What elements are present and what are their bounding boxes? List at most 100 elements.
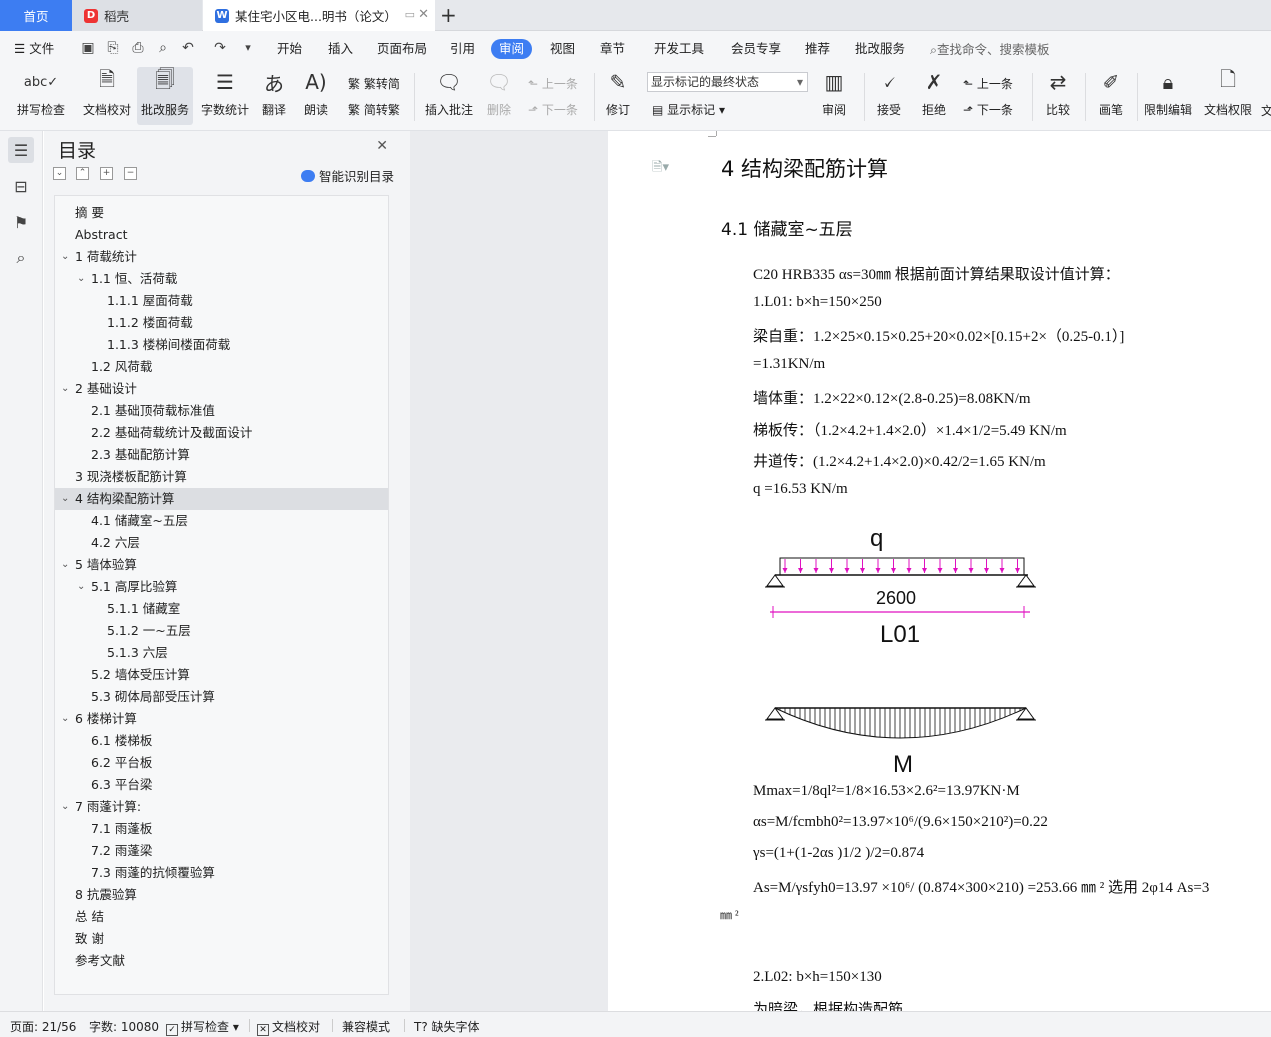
command-search[interactable]: ⌕查找命令、搜索模板 bbox=[930, 39, 1050, 58]
undo-icon[interactable]: ↶ bbox=[180, 40, 196, 56]
compare-button[interactable]: ⇄ 比较 bbox=[1038, 67, 1078, 125]
chevron-down-icon[interactable]: ⌄ bbox=[61, 488, 69, 510]
toc-item[interactable]: 1.1.2 楼面荷载 bbox=[55, 312, 388, 334]
spell-check-button[interactable]: abc✓ 拼写检查 bbox=[10, 67, 72, 125]
correct-service-button[interactable]: 🗐 批改服务 bbox=[137, 67, 193, 125]
pin-icon[interactable]: ▭ bbox=[405, 8, 415, 21]
toc-item[interactable]: ⌄ 5.1 高厚比验算 bbox=[55, 576, 388, 598]
bookmark-icon[interactable]: ⚑ bbox=[8, 209, 34, 235]
menu-tab-10[interactable]: 批改服务 bbox=[855, 39, 905, 59]
toc-item[interactable]: ⌄ 6 楼梯计算 bbox=[55, 708, 388, 730]
new-tab-plus-icon[interactable]: + bbox=[440, 3, 457, 27]
document-page[interactable]: 🗎▾ 4 结构梁配筋计算 4.1 储藏室~五层 C20 HRB335 αs=30… bbox=[608, 131, 1271, 1011]
toc-item[interactable]: 4.2 六层 bbox=[55, 532, 388, 554]
toc-item[interactable]: 6.2 平台板 bbox=[55, 752, 388, 774]
review-pane-button[interactable]: ▥ 审阅 bbox=[815, 67, 853, 125]
toc-item[interactable]: 5.2 墙体受压计算 bbox=[55, 664, 388, 686]
chevron-down-icon[interactable]: ⌄ bbox=[77, 268, 85, 290]
toc-item[interactable]: 摘 要 bbox=[55, 202, 388, 224]
print-icon[interactable]: ⎙ bbox=[130, 40, 146, 56]
simp-to-trad-button[interactable]: 繁 简转繁 bbox=[348, 101, 400, 118]
toc-item[interactable]: ⌄ 4 结构梁配筋计算 bbox=[55, 488, 388, 510]
toc-item[interactable]: 致 谢 bbox=[55, 928, 388, 950]
toc-item[interactable]: 3 现浇楼板配筋计算 bbox=[55, 466, 388, 488]
toc-item[interactable]: 6.3 平台梁 bbox=[55, 774, 388, 796]
collapse-all-icon[interactable]: ⌄ bbox=[53, 167, 66, 180]
pen-button[interactable]: ✐ 画笔 bbox=[1092, 67, 1130, 125]
menu-tab-5[interactable]: 视图 bbox=[550, 39, 575, 59]
menu-tab-9[interactable]: 推荐 bbox=[805, 39, 830, 59]
doc-permission-button[interactable]: 🗋 文档权限 bbox=[1200, 67, 1256, 125]
menu-tab-1[interactable]: 插入 bbox=[328, 39, 353, 59]
tab-document[interactable]: W 某住宅小区电...明书（论文） ▭ ✕ bbox=[203, 0, 435, 31]
toc-item[interactable]: Abstract bbox=[55, 224, 388, 246]
translate-button[interactable]: あ翻译 bbox=[256, 67, 292, 125]
chevron-down-icon[interactable]: ⌄ bbox=[61, 708, 69, 730]
tab-docer[interactable]: D 稻壳 bbox=[72, 0, 202, 31]
add-heading-icon[interactable]: + bbox=[100, 167, 113, 180]
remove-heading-icon[interactable]: − bbox=[124, 167, 137, 180]
print-preview-icon[interactable]: ⌕ bbox=[155, 40, 171, 56]
word-count-button[interactable]: ☰ 字数统计 bbox=[197, 67, 253, 125]
toc-item[interactable]: ⌄ 5 墙体验算 bbox=[55, 554, 388, 576]
chevron-down-icon[interactable]: ⌄ bbox=[61, 378, 69, 400]
toc-item[interactable]: 1.1.3 楼梯间楼面荷载 bbox=[55, 334, 388, 356]
chapter-nav-icon[interactable]: ⊟ bbox=[8, 173, 34, 199]
toc-item[interactable]: ⌄ 1 荷载统计 bbox=[55, 246, 388, 268]
overflow-button[interactable]: 文 bbox=[1261, 102, 1271, 119]
chevron-down-icon[interactable]: ⌄ bbox=[77, 576, 85, 598]
menu-tab-8[interactable]: 会员专享 bbox=[731, 39, 781, 59]
export-pdf-icon[interactable]: ⎘ bbox=[105, 40, 121, 56]
tab-home[interactable]: 首页 bbox=[0, 0, 72, 31]
close-icon[interactable]: ✕ bbox=[418, 7, 429, 22]
customize-chevron-icon[interactable]: ▾ bbox=[240, 40, 256, 56]
spell-check-status[interactable]: ✓ 拼写检查 ▾ bbox=[166, 1018, 239, 1036]
toc-panel-icon[interactable]: ☰ bbox=[8, 137, 34, 163]
word-count-indicator[interactable]: 字数: 10080 bbox=[89, 1018, 159, 1035]
restrict-edit-button[interactable]: 🔒︎ 限制编辑 bbox=[1140, 67, 1196, 125]
smart-toc-button[interactable]: 智能识别目录 bbox=[300, 166, 394, 185]
next-comment-button[interactable]: ⬏ 下一条 bbox=[528, 101, 578, 118]
toc-item[interactable]: 5.1.1 储藏室 bbox=[55, 598, 388, 620]
page-indicator[interactable]: 页面: 21/56 bbox=[10, 1018, 76, 1035]
menu-tab-6[interactable]: 章节 bbox=[600, 39, 625, 59]
delete-comment-button[interactable]: 🗨 删除 bbox=[480, 67, 518, 125]
paragraph-menu-icon[interactable]: 🗎▾ bbox=[652, 158, 669, 180]
toc-item[interactable]: 参考文献 bbox=[55, 950, 388, 972]
toc-item[interactable]: ⌄ 2 基础设计 bbox=[55, 378, 388, 400]
proof-status[interactable]: ✕ 文档校对 bbox=[257, 1018, 320, 1036]
menu-tab-4[interactable]: 审阅 bbox=[491, 39, 533, 59]
menu-tab-2[interactable]: 页面布局 bbox=[377, 39, 427, 59]
toc-item[interactable]: 5.3 砌体局部受压计算 bbox=[55, 686, 388, 708]
missing-font-button[interactable]: T? 缺失字体 bbox=[414, 1018, 480, 1035]
toc-item[interactable]: 4.1 储藏室~五层 bbox=[55, 510, 388, 532]
track-changes-button[interactable]: ✎ 修订 bbox=[600, 67, 636, 125]
chevron-down-icon[interactable]: ⌄ bbox=[61, 554, 69, 576]
toc-item[interactable]: 2.3 基础配筋计算 bbox=[55, 444, 388, 466]
expand-all-icon[interactable]: ⌃ bbox=[76, 167, 89, 180]
menu-tab-0[interactable]: 开始 bbox=[277, 39, 302, 59]
reject-change-button[interactable]: ✗ 拒绝 bbox=[915, 67, 953, 125]
toc-item[interactable]: 6.1 楼梯板 bbox=[55, 730, 388, 752]
redo-icon[interactable]: ↷ bbox=[212, 40, 228, 56]
toc-item[interactable]: 1.1.1 屋面荷载 bbox=[55, 290, 388, 312]
toc-item[interactable]: 1.2 风荷载 bbox=[55, 356, 388, 378]
next-change-button[interactable]: ⬏ 下一条 bbox=[963, 101, 1013, 118]
toc-item[interactable]: 总 结 bbox=[55, 906, 388, 928]
markup-state-select[interactable]: 显示标记的最终状态 bbox=[647, 72, 808, 92]
menu-tab-7[interactable]: 开发工具 bbox=[654, 39, 704, 59]
toc-item[interactable]: 2.2 基础荷载统计及截面设计 bbox=[55, 422, 388, 444]
toc-item[interactable]: 5.1.2 一~五层 bbox=[55, 620, 388, 642]
chevron-down-icon[interactable]: ⌄ bbox=[61, 796, 69, 818]
show-markup-button[interactable]: ▤ 显示标记 ▾ bbox=[652, 101, 725, 118]
read-aloud-button[interactable]: A) 朗读 bbox=[298, 67, 334, 125]
toc-item[interactable]: 7.2 雨蓬梁 bbox=[55, 840, 388, 862]
prev-change-button[interactable]: ⬑ 上一条 bbox=[963, 75, 1013, 92]
toc-item[interactable]: 7.3 雨蓬的抗倾覆验算 bbox=[55, 862, 388, 884]
trad-to-simp-button[interactable]: 繁 繁转简 bbox=[348, 75, 400, 92]
toc-item[interactable]: 8 抗震验算 bbox=[55, 884, 388, 906]
doc-proof-button[interactable]: 🗎 文档校对 bbox=[78, 67, 136, 125]
toc-item[interactable]: 5.1.3 六层 bbox=[55, 642, 388, 664]
toc-item[interactable]: ⌄ 1.1 恒、活荷载 bbox=[55, 268, 388, 290]
chevron-down-icon[interactable]: ⌄ bbox=[61, 246, 69, 268]
